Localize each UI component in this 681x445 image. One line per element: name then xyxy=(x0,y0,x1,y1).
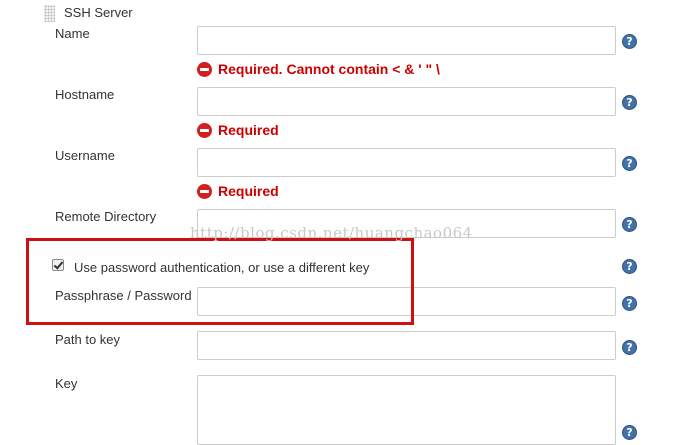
help-icon[interactable]: ? xyxy=(622,296,637,311)
help-icon[interactable]: ? xyxy=(622,34,637,49)
use-password-label[interactable]: Use password authentication, or use a di… xyxy=(74,260,369,275)
path-to-key-label: Path to key xyxy=(55,332,121,347)
remote-directory-input[interactable] xyxy=(197,209,616,238)
username-error: Required xyxy=(197,183,279,199)
help-icon[interactable]: ? xyxy=(622,340,637,355)
passphrase-label: Passphrase / Password xyxy=(55,288,192,303)
name-error: Required. Cannot contain < & ' " \ xyxy=(197,61,440,77)
hostname-error-text: Required xyxy=(218,122,279,138)
name-error-text: Required. Cannot contain < & ' " \ xyxy=(218,61,440,77)
username-input[interactable] xyxy=(197,148,616,177)
help-icon[interactable]: ? xyxy=(622,95,637,110)
hostname-input[interactable] xyxy=(197,87,616,116)
hostname-error: Required xyxy=(197,122,279,138)
help-icon[interactable]: ? xyxy=(622,259,637,274)
help-icon[interactable]: ? xyxy=(622,217,637,232)
error-icon xyxy=(197,122,212,138)
remote-directory-label: Remote Directory xyxy=(55,209,157,224)
username-label: Username xyxy=(55,148,115,163)
username-error-text: Required xyxy=(218,183,279,199)
key-textarea[interactable] xyxy=(197,375,616,445)
help-icon[interactable]: ? xyxy=(622,425,637,440)
error-icon xyxy=(197,183,212,199)
help-icon[interactable]: ? xyxy=(622,156,637,171)
use-password-checkbox[interactable] xyxy=(52,259,64,271)
drag-handle-icon[interactable] xyxy=(44,5,55,22)
passphrase-input[interactable] xyxy=(197,287,616,316)
path-to-key-input[interactable] xyxy=(197,331,616,360)
name-label: Name xyxy=(55,26,90,41)
hostname-label: Hostname xyxy=(55,87,115,102)
error-icon xyxy=(197,61,212,77)
name-input[interactable] xyxy=(197,26,616,55)
section-title: SSH Server xyxy=(64,5,133,20)
key-label: Key xyxy=(55,376,78,391)
